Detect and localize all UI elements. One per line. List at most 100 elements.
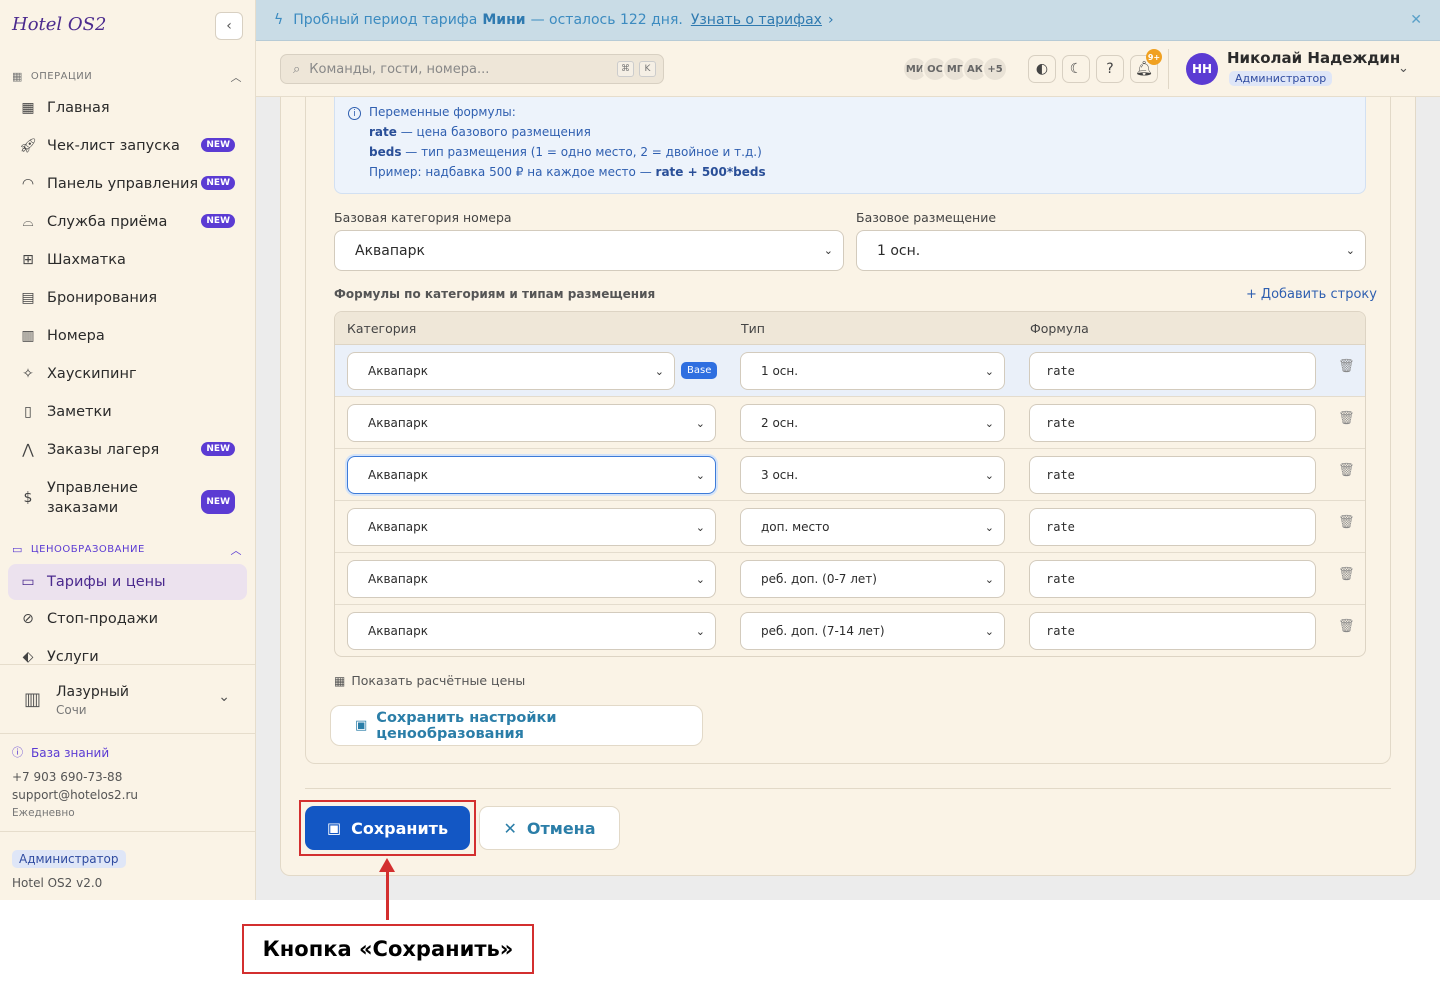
cancel-button[interactable]: ✕ Отмена bbox=[479, 806, 620, 850]
category-value: Аквапарк bbox=[368, 520, 428, 534]
section-title-pricing: ЦЕНООБРАЗОВАНИЕ bbox=[30, 544, 145, 555]
clipboard-icon: ▤ bbox=[21, 290, 35, 306]
sidebar-item-rates[interactable]: ▭ Тарифы и цены bbox=[8, 564, 247, 600]
row-category-select[interactable]: Аквапарк ⌄ bbox=[347, 456, 716, 494]
row-category-select[interactable]: Аквапарк ⌄ bbox=[347, 560, 716, 598]
row-formula-input[interactable]: rate bbox=[1029, 560, 1316, 598]
trash-icon[interactable]: 🗑︎ bbox=[1338, 359, 1355, 374]
trash-icon[interactable]: 🗑︎ bbox=[1338, 463, 1355, 478]
sidebar-item-camp-orders[interactable]: ⋀ Заказы лагеря NEW bbox=[8, 432, 247, 468]
chevron-down-icon: ⌄ bbox=[984, 468, 994, 482]
row-category-select[interactable]: Аквапарк ⌄ bbox=[347, 404, 716, 442]
category-value: Аквапарк bbox=[368, 624, 428, 638]
trash-icon[interactable]: 🗑︎ bbox=[1338, 411, 1355, 426]
row-category-select[interactable]: Аквапарк ⌄ bbox=[347, 612, 716, 650]
add-row-label: Добавить строку bbox=[1260, 287, 1377, 302]
trash-icon[interactable]: 🗑︎ bbox=[1338, 567, 1355, 582]
sidebar-item-notes[interactable]: ▯ Заметки bbox=[8, 394, 247, 430]
row-type-select[interactable]: 1 осн. ⌄ bbox=[740, 352, 1005, 390]
row-formula-input[interactable]: rate bbox=[1029, 456, 1316, 494]
sidebar-item-services[interactable]: ⬖ Услуги bbox=[8, 639, 247, 664]
sidebar-item-stop-sales[interactable]: ⊘ Стоп-продажи bbox=[8, 601, 247, 637]
close-icon[interactable]: ✕ bbox=[1410, 12, 1422, 28]
chevron-down-icon[interactable]: ⌄ bbox=[1398, 61, 1409, 76]
category-value: Аквапарк bbox=[368, 468, 428, 482]
example-formula: rate + 500*beds bbox=[655, 165, 766, 179]
row-type-select[interactable]: доп. место ⌄ bbox=[740, 508, 1005, 546]
table-row: Аквапарк ⌄ доп. место ⌄ rate 🗑︎ bbox=[335, 501, 1365, 553]
banner-text-before: Пробный период тарифа bbox=[293, 12, 478, 28]
sidebar-item-rooms[interactable]: ▥ Номера bbox=[8, 318, 247, 354]
table-header: Категория Тип Формула bbox=[335, 312, 1365, 345]
annotation-arrow-line bbox=[386, 870, 389, 920]
theme-palette-button[interactable]: ◐ bbox=[1028, 55, 1056, 83]
sidebar-item-housekeeping[interactable]: ✧ Хаускипинг bbox=[8, 356, 247, 392]
type-value: реб. доп. (0-7 лет) bbox=[761, 572, 877, 586]
annotation-highlight-box bbox=[299, 800, 476, 856]
support-hours: Ежедневно bbox=[12, 807, 75, 819]
chevron-up-icon: ︿ bbox=[230, 544, 242, 557]
row-formula-input[interactable]: rate bbox=[1029, 352, 1316, 390]
rate-desc: — цена базового размещения bbox=[400, 125, 591, 139]
user-avatar[interactable]: НН bbox=[1186, 53, 1218, 85]
role-block: Администратор Hotel OS2 v2.0 bbox=[0, 831, 256, 890]
base-category-select[interactable]: Аквапарк ⌄ bbox=[334, 230, 844, 271]
row-type-select[interactable]: 2 осн. ⌄ bbox=[740, 404, 1005, 442]
col-formula: Формула bbox=[1030, 321, 1089, 336]
show-calculated-prices-toggle[interactable]: ▦ Показать расчётные цены bbox=[334, 673, 525, 688]
sidebar-item-bookings[interactable]: ▤ Бронирования bbox=[8, 280, 247, 316]
banner-pricing-link[interactable]: Узнать о тарифах bbox=[691, 12, 822, 28]
support-phone[interactable]: +7 903 690-73-88 bbox=[12, 768, 138, 786]
row-type-select[interactable]: 3 осн. ⌄ bbox=[740, 456, 1005, 494]
add-row-button[interactable]: + Добавить строку bbox=[1246, 287, 1377, 302]
hotel-switcher[interactable]: ▥ Лазурный Сочи ⌄ bbox=[0, 664, 256, 734]
help-button[interactable]: ? bbox=[1096, 55, 1124, 83]
beds-desc: — тип размещения (1 = одно место, 2 = дв… bbox=[405, 145, 762, 159]
row-formula-input[interactable]: rate bbox=[1029, 508, 1316, 546]
chevron-down-icon: ⌄ bbox=[695, 416, 705, 430]
brand-logo[interactable]: Hotel OS2 bbox=[12, 14, 106, 35]
row-formula-input[interactable]: rate bbox=[1029, 404, 1316, 442]
section-pricing[interactable]: ▭ ЦЕНООБРАЗОВАНИЕ ︿ bbox=[12, 543, 242, 557]
save-pricing-settings-button[interactable]: ▣ Сохранить настройки ценообразования bbox=[330, 705, 703, 746]
info-rate-line: rate — цена базового размещения bbox=[369, 125, 591, 139]
user-name[interactable]: Николай Надеждин bbox=[1227, 49, 1400, 67]
knowledge-base-label: База знаний bbox=[31, 746, 110, 760]
row-category-select[interactable]: Аквапарк ⌄ bbox=[347, 352, 675, 390]
sidebar-item-front-desk[interactable]: ⌓ Служба приёма NEW bbox=[8, 204, 247, 240]
info-example-line: Пример: надбавка 500 ₽ на каждое место —… bbox=[369, 165, 766, 179]
support-email[interactable]: support@hotelos2.ru bbox=[12, 786, 138, 804]
row-formula-input[interactable]: rate bbox=[1029, 612, 1316, 650]
chevron-down-icon: ⌄ bbox=[984, 416, 994, 430]
sidebar-item-label: Бронирования bbox=[47, 290, 158, 306]
section-operations[interactable]: ▦ ОПЕРАЦИИ ︿ bbox=[12, 70, 242, 84]
base-occupancy-select[interactable]: 1 осн. ⌄ bbox=[856, 230, 1366, 271]
notifications-button[interactable]: 🔔︎ 9+ bbox=[1130, 49, 1162, 83]
new-badge: NEW bbox=[201, 176, 235, 190]
chevron-down-icon: ⌄ bbox=[823, 244, 833, 257]
sidebar-item-home[interactable]: ▦ Главная bbox=[8, 90, 247, 126]
row-category-select[interactable]: Аквапарк ⌄ bbox=[347, 508, 716, 546]
dashboard-icon: ▦ bbox=[21, 100, 35, 116]
online-users[interactable]: МИ ОС МГ АК +5 bbox=[902, 56, 1008, 82]
trash-icon[interactable]: 🗑︎ bbox=[1338, 515, 1355, 530]
sidebar-item-chessboard[interactable]: ⊞ Шахматка bbox=[8, 242, 247, 278]
base-category-value: Аквапарк bbox=[355, 242, 425, 259]
chevron-down-icon: ⌄ bbox=[1345, 244, 1355, 257]
type-value: 1 осн. bbox=[761, 364, 799, 378]
support-block: ⓘ База знаний +7 903 690-73-88 support@h… bbox=[12, 744, 138, 822]
collapse-sidebar-button[interactable]: ‹ bbox=[215, 12, 243, 40]
dark-mode-button[interactable]: ☾ bbox=[1062, 55, 1090, 83]
sidebar-item-control-panel[interactable]: ◠ Панель управления NEW bbox=[8, 166, 247, 202]
new-badge: NEW bbox=[201, 442, 235, 456]
row-type-select[interactable]: реб. доп. (0-7 лет) ⌄ bbox=[740, 560, 1005, 598]
sidebar-item-label: Главная bbox=[47, 100, 110, 116]
knowledge-base-link[interactable]: ⓘ База знаний bbox=[12, 744, 138, 762]
row-type-select[interactable]: реб. доп. (7-14 лет) ⌄ bbox=[740, 612, 1005, 650]
sidebar-item-order-management[interactable]: $ Управление заказами NEW bbox=[8, 475, 247, 521]
trash-icon[interactable]: 🗑︎ bbox=[1338, 619, 1355, 634]
sidebar-item-launch-checklist[interactable]: 🚀︎ Чек-лист запуска NEW bbox=[8, 128, 247, 164]
info-icon: i bbox=[348, 107, 361, 120]
search-input[interactable]: ⌕ Команды, гости, номера... ⌘ K bbox=[280, 54, 664, 84]
save-pricing-label: Сохранить настройки ценообразования bbox=[376, 709, 557, 742]
